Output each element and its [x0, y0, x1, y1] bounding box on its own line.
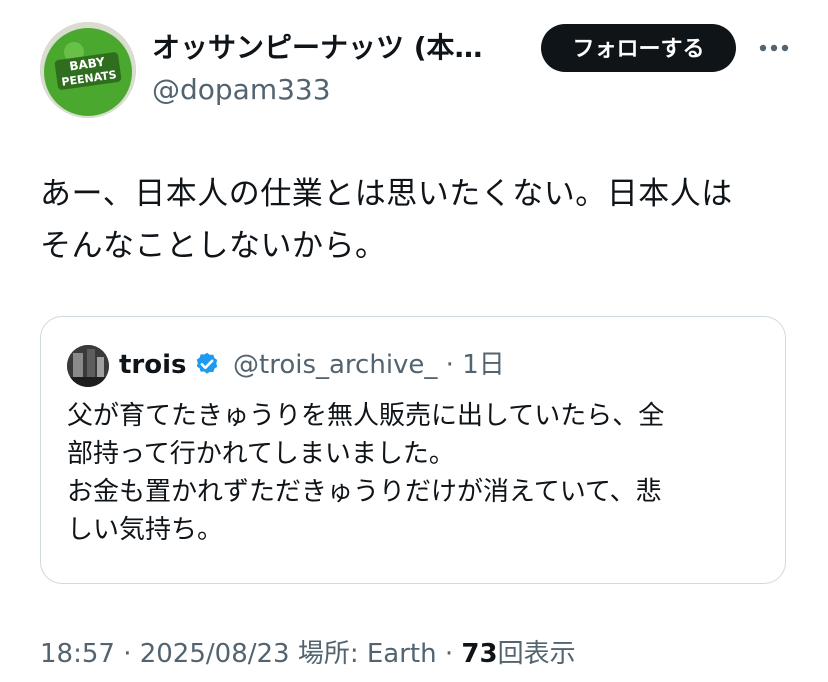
views-label: 回表示 [497, 639, 576, 669]
view-count[interactable]: 73 [461, 639, 497, 669]
quote-card[interactable]: trois @trois_archive_ · 1日 父が育てたきゅうりを無人販… [40, 316, 786, 584]
author-display-name[interactable]: オッサンピーナッツ (本… [152, 30, 524, 66]
tweet-text: あー、日本人の仕業とは思いたくない。日本人は そんなことしないから。 [40, 168, 800, 272]
follow-button[interactable]: フォローする [541, 24, 736, 72]
quote-line: 部持って行かれてしまいました。 [67, 439, 455, 469]
quote-display-name[interactable]: trois [119, 347, 187, 383]
tweet-line: そんなことしないから。 [40, 228, 387, 264]
timestamp-link[interactable]: 18:57 · 2025/08/23 場所: Earth · [40, 639, 461, 669]
quote-text: 父が育てたきゅうりを無人販売に出していたら、全 部持って行かれてしまいました。 … [67, 397, 767, 549]
author-handle[interactable]: @dopam333 [152, 72, 331, 108]
quote-line: お金も置かれずただきゅうりだけが消えていて、悲 [67, 477, 662, 507]
avatar[interactable]: BABY PEENATS [40, 22, 136, 118]
quote-line: しい気持ち。 [67, 515, 224, 545]
verified-badge-icon [193, 351, 221, 379]
tweet-meta: 18:57 · 2025/08/23 場所: Earth · 73回表示 [40, 636, 576, 672]
quote-avatar[interactable] [67, 345, 109, 387]
quote-line: 父が育てたきゅうりを無人販売に出していたら、全 [67, 401, 665, 431]
more-horizontal-icon[interactable] [756, 36, 792, 60]
tweet-line: あー、日本人の仕業とは思いたくない。日本人は [40, 176, 733, 212]
quote-handle-time[interactable]: @trois_archive_ · 1日 [233, 347, 505, 383]
